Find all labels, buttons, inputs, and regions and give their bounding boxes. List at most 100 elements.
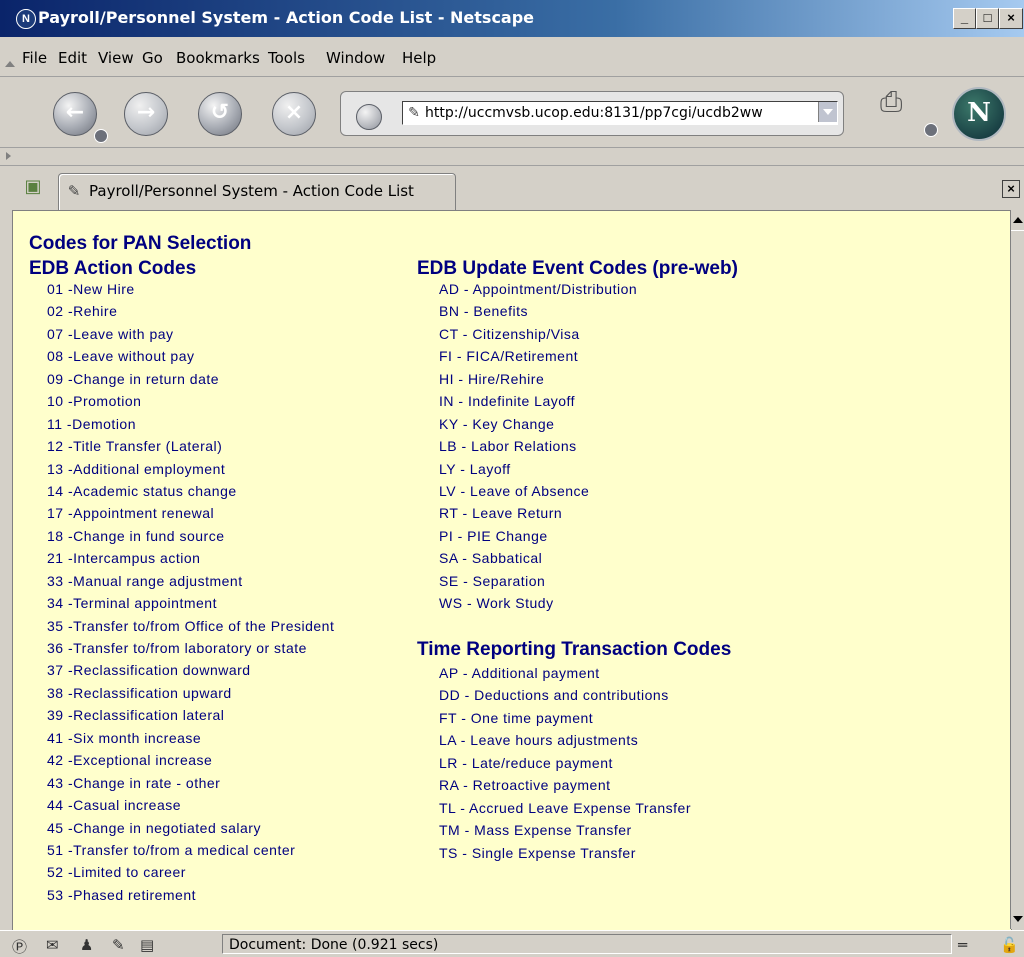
code-link[interactable]: CT - Citizenship/Visa bbox=[439, 326, 580, 342]
code-link[interactable]: AD - Appointment/Distribution bbox=[439, 281, 637, 297]
print-dropdown-icon[interactable] bbox=[924, 123, 938, 137]
code-link[interactable]: LA - Leave hours adjustments bbox=[439, 732, 638, 748]
scroll-down-icon[interactable] bbox=[1011, 909, 1024, 929]
mail-icon[interactable]: ✉ bbox=[46, 936, 59, 954]
search-icon[interactable] bbox=[356, 104, 382, 130]
code-link[interactable]: 51 -Transfer to/from a medical center bbox=[47, 842, 295, 858]
code-link[interactable]: 33 -Manual range adjustment bbox=[47, 573, 243, 589]
code-link[interactable]: RT - Leave Return bbox=[439, 505, 562, 521]
url-input[interactable]: ✎ http://uccmvsb.ucop.edu:8131/pp7cgi/ucd… bbox=[402, 101, 838, 125]
expand-toolbar-icon[interactable] bbox=[6, 152, 11, 160]
code-link[interactable]: LB - Labor Relations bbox=[439, 438, 577, 454]
scroll-up-icon[interactable] bbox=[1011, 210, 1024, 230]
code-link[interactable]: 52 -Limited to career bbox=[47, 864, 186, 880]
back-arrow-icon[interactable]: ← bbox=[53, 92, 97, 136]
time-reporting-codes-heading: Time Reporting Transaction Codes bbox=[417, 639, 732, 660]
toolbar-grip-icon[interactable] bbox=[5, 61, 15, 67]
code-link[interactable]: RA - Retroactive payment bbox=[439, 777, 611, 793]
new-tab-icon[interactable]: ▣ bbox=[20, 174, 46, 200]
list-item: LB - Labor Relations bbox=[439, 438, 637, 460]
minimize-button[interactable]: _ bbox=[953, 8, 976, 29]
url-text: http://uccmvsb.ucop.edu:8131/pp7cgi/ucdb… bbox=[425, 105, 763, 121]
menu-go[interactable]: Go bbox=[142, 49, 163, 67]
vertical-scrollbar[interactable] bbox=[1010, 210, 1024, 929]
tab-action-code-list[interactable]: ✎ Payroll/Personnel System - Action Code … bbox=[58, 173, 456, 211]
code-link[interactable]: HI - Hire/Rehire bbox=[439, 371, 544, 387]
code-link[interactable]: 38 -Reclassification upward bbox=[47, 685, 232, 701]
chat-icon[interactable]: ♟ bbox=[80, 936, 93, 954]
navigator-icon[interactable]: Ⓟ bbox=[12, 936, 27, 957]
code-link[interactable]: 34 -Terminal appointment bbox=[47, 595, 217, 611]
list-item: 07 -Leave with pay bbox=[47, 326, 334, 348]
code-link[interactable]: 36 -Transfer to/from laboratory or state bbox=[47, 640, 307, 656]
code-link[interactable]: 41 -Six month increase bbox=[47, 730, 201, 746]
code-link[interactable]: 42 -Exceptional increase bbox=[47, 752, 212, 768]
menu-edit[interactable]: Edit bbox=[58, 49, 87, 67]
code-link[interactable]: 44 -Casual increase bbox=[47, 797, 181, 813]
code-link[interactable]: 12 -Title Transfer (Lateral) bbox=[47, 438, 222, 454]
close-tab-icon[interactable]: × bbox=[1002, 180, 1020, 198]
code-link[interactable]: 13 -Additional employment bbox=[47, 461, 225, 477]
address-book-icon[interactable]: ▤ bbox=[140, 936, 154, 954]
code-link[interactable]: SA - Sabbatical bbox=[439, 550, 542, 566]
menu-tools[interactable]: Tools bbox=[268, 49, 305, 67]
code-link[interactable]: FI - FICA/Retirement bbox=[439, 348, 578, 364]
list-item: SE - Separation bbox=[439, 573, 637, 595]
code-link[interactable]: AP - Additional payment bbox=[439, 665, 600, 681]
code-link[interactable]: 08 -Leave without pay bbox=[47, 348, 194, 364]
code-link[interactable]: 09 -Change in return date bbox=[47, 371, 219, 387]
code-link[interactable]: 11 -Demotion bbox=[47, 416, 136, 432]
code-link[interactable]: 10 -Promotion bbox=[47, 393, 141, 409]
menu-window[interactable]: Window bbox=[326, 49, 385, 67]
time-reporting-codes-list: AP - Additional payment DD - Deductions a… bbox=[439, 665, 691, 867]
code-link[interactable]: TS - Single Expense Transfer bbox=[439, 845, 636, 861]
code-link[interactable]: LV - Leave of Absence bbox=[439, 483, 589, 499]
close-button[interactable]: × bbox=[999, 8, 1023, 29]
list-item: WS - Work Study bbox=[439, 595, 637, 617]
code-link[interactable]: BN - Benefits bbox=[439, 303, 528, 319]
code-link[interactable]: FT - One time payment bbox=[439, 710, 593, 726]
code-link[interactable]: KY - Key Change bbox=[439, 416, 554, 432]
code-link[interactable]: 45 -Change in negotiated salary bbox=[47, 820, 261, 836]
forward-arrow-icon[interactable]: → bbox=[124, 92, 168, 136]
code-link[interactable]: PI - PIE Change bbox=[439, 528, 548, 544]
back-dropdown-icon[interactable] bbox=[94, 129, 108, 143]
url-dropdown-icon[interactable] bbox=[818, 102, 837, 122]
menu-bookmarks[interactable]: Bookmarks bbox=[176, 49, 260, 67]
list-item: LV - Leave of Absence bbox=[439, 483, 637, 505]
code-link[interactable]: IN - Indefinite Layoff bbox=[439, 393, 575, 409]
tab-bar: ▣ ✎ Payroll/Personnel System - Action Cod… bbox=[0, 166, 1024, 211]
composer-icon[interactable]: ✎ bbox=[112, 936, 125, 954]
code-link[interactable]: 37 -Reclassification downward bbox=[47, 662, 251, 678]
code-link[interactable]: 07 -Leave with pay bbox=[47, 326, 174, 342]
menu-help[interactable]: Help bbox=[402, 49, 436, 67]
code-link[interactable]: LY - Layoff bbox=[439, 461, 511, 477]
code-link[interactable]: SE - Separation bbox=[439, 573, 545, 589]
scroll-thumb[interactable] bbox=[1011, 230, 1024, 910]
list-item: 11 -Demotion bbox=[47, 416, 334, 438]
security-lock-icon[interactable]: 🔓 bbox=[1000, 936, 1019, 954]
code-link[interactable]: 39 -Reclassification lateral bbox=[47, 707, 224, 723]
code-link[interactable]: 02 -Rehire bbox=[47, 303, 117, 319]
code-link[interactable]: TL - Accrued Leave Expense Transfer bbox=[439, 800, 691, 816]
code-link[interactable]: 35 -Transfer to/from Office of the Presi… bbox=[47, 618, 334, 634]
maximize-button[interactable]: □ bbox=[976, 8, 999, 29]
reload-icon[interactable]: ↺ bbox=[198, 92, 242, 136]
print-icon[interactable]: ⎙ bbox=[880, 85, 920, 125]
code-link[interactable]: DD - Deductions and contributions bbox=[439, 687, 669, 703]
menu-view[interactable]: View bbox=[98, 49, 134, 67]
stop-icon[interactable]: × bbox=[272, 92, 316, 136]
code-link[interactable]: 53 -Phased retirement bbox=[47, 887, 196, 903]
code-link[interactable]: 43 -Change in rate - other bbox=[47, 775, 220, 791]
netscape-logo-icon[interactable]: N bbox=[952, 87, 1006, 141]
list-item: RA - Retroactive payment bbox=[439, 777, 691, 799]
code-link[interactable]: 17 -Appointment renewal bbox=[47, 505, 214, 521]
menu-file[interactable]: File bbox=[22, 49, 47, 67]
code-link[interactable]: TM - Mass Expense Transfer bbox=[439, 822, 632, 838]
code-link[interactable]: 14 -Academic status change bbox=[47, 483, 237, 499]
code-link[interactable]: 18 -Change in fund source bbox=[47, 528, 225, 544]
code-link[interactable]: WS - Work Study bbox=[439, 595, 554, 611]
code-link[interactable]: 01 -New Hire bbox=[47, 281, 135, 297]
code-link[interactable]: 21 -Intercampus action bbox=[47, 550, 200, 566]
code-link[interactable]: LR - Late/reduce payment bbox=[439, 755, 613, 771]
